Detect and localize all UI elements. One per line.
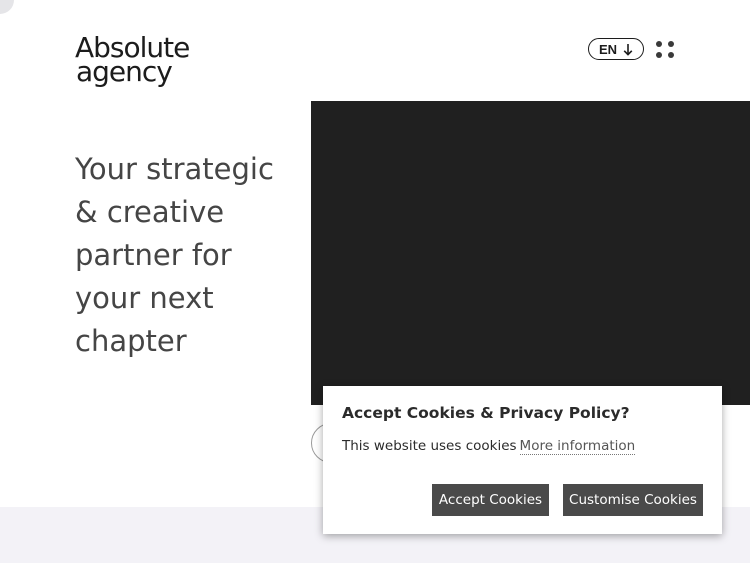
logo-line-2: agency [76, 55, 173, 88]
language-label: EN [598, 41, 618, 57]
corner-control[interactable] [0, 0, 14, 14]
cookie-banner: Accept Cookies & Privacy Policy? This we… [323, 386, 722, 534]
hero-video[interactable] [311, 101, 750, 405]
language-selector[interactable]: EN [588, 38, 644, 60]
menu-dot [668, 52, 674, 58]
logo[interactable]: Absolute agency [75, 34, 215, 88]
menu-dot [668, 41, 674, 47]
cookie-text: This website uses cookies [342, 438, 517, 454]
cookie-title: Accept Cookies & Privacy Policy? [342, 404, 630, 422]
arrow-down-icon [623, 43, 633, 56]
cookie-text-row: This website uses cookies More informatio… [342, 438, 636, 455]
menu-dot [656, 52, 662, 58]
more-information-link[interactable]: More information [519, 438, 636, 455]
menu-dot [656, 41, 662, 47]
page: Absolute agency EN Your strategic & crea… [0, 0, 750, 563]
accept-cookies-button[interactable]: Accept Cookies [432, 484, 549, 516]
customise-cookies-button[interactable]: Customise Cookies [563, 484, 703, 516]
menu-dots-icon[interactable] [655, 40, 677, 62]
hero-headline: Your strategic & creative partner for yo… [75, 152, 274, 358]
